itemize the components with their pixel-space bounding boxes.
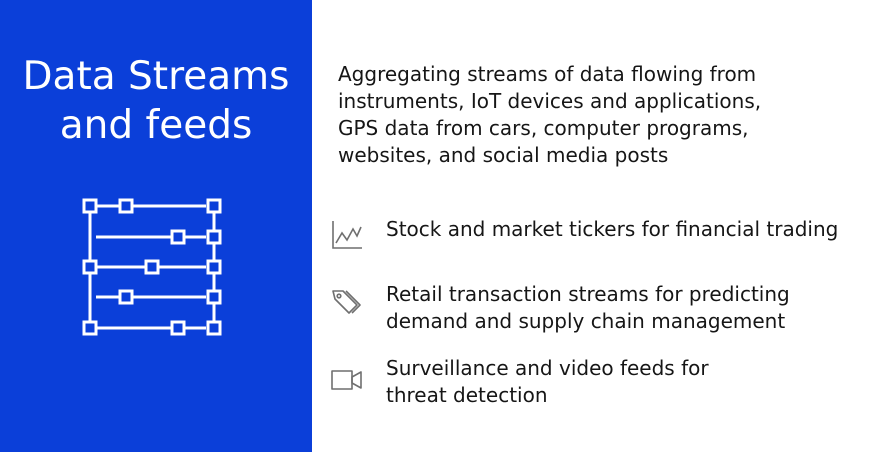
data-streams-icon xyxy=(82,198,222,336)
intro-line: websites, and social media posts xyxy=(338,143,669,167)
list-item-line: Surveillance and video feeds for xyxy=(386,356,709,380)
list-item-text: Surveillance and video feeds for threat … xyxy=(386,355,881,409)
content-panel: Aggregating streams of data flowing from… xyxy=(312,0,881,452)
intro-line: instruments, IoT devices and application… xyxy=(338,89,762,113)
list-item-line: demand and supply chain management xyxy=(386,309,786,333)
slide-title-line-2: and feeds xyxy=(59,103,253,148)
tags-icon xyxy=(332,290,361,314)
list-item-line: threat detection xyxy=(386,383,548,407)
intro-line: Aggregating streams of data flowing from xyxy=(338,62,757,86)
video-camera-icon xyxy=(331,370,362,390)
slide-title-line-1: Data Streams xyxy=(22,54,290,99)
intro-paragraph: Aggregating streams of data flowing from… xyxy=(338,61,878,169)
list-item-line: Stock and market tickers for financial t… xyxy=(386,217,839,241)
line-chart-icon xyxy=(332,221,362,249)
title-panel: Data Streams and feeds xyxy=(0,0,312,452)
list-item-text: Stock and market tickers for financial t… xyxy=(386,216,881,243)
slide-title: Data Streams and feeds xyxy=(0,52,312,150)
list-item-text: Retail transaction streams for predictin… xyxy=(386,281,881,335)
intro-line: GPS data from cars, computer programs, xyxy=(338,116,749,140)
list-item-line: Retail transaction streams for predictin… xyxy=(386,282,790,306)
